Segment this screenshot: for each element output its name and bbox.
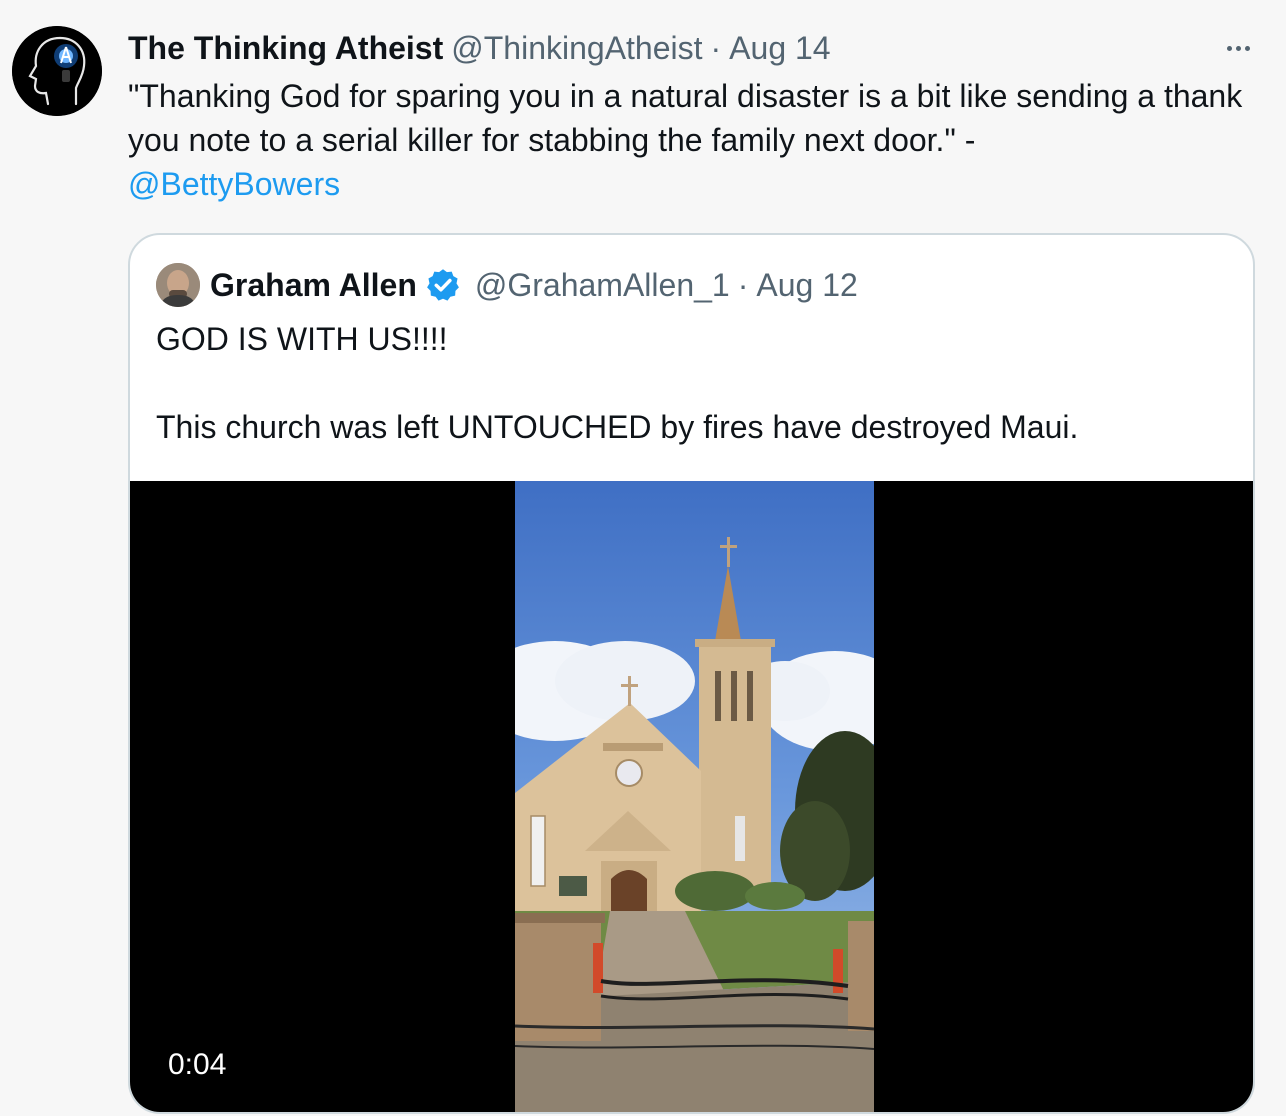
thinking-atheist-avatar[interactable] [12, 26, 102, 116]
tweet-text: "Thanking God for sparing you in a natur… [128, 74, 1248, 206]
separator-dot: · [737, 267, 749, 303]
handle[interactable]: @ThinkingAtheist [451, 28, 702, 68]
ellipsis-icon [1235, 45, 1241, 51]
separator-dot: · [710, 30, 722, 66]
video-frame[interactable] [515, 481, 874, 1112]
graham-allen-avatar[interactable] [156, 263, 200, 307]
display-name[interactable]: The Thinking Atheist [128, 28, 443, 68]
video-player[interactable]: 0:04 [130, 481, 1253, 1112]
video-timestamp: 0:04 [154, 1045, 241, 1085]
tweet-header: The Thinking Atheist @ThinkingAtheist · … [128, 28, 831, 68]
quoted-display-name[interactable]: Graham Allen [210, 265, 417, 305]
tweet[interactable]: The Thinking Atheist @ThinkingAtheist · … [0, 0, 1286, 1116]
ellipsis-icon [1226, 45, 1232, 51]
verified-badge-icon[interactable] [425, 267, 461, 303]
profile-photo-icon [156, 263, 200, 307]
quoted-tweet-text: GOD IS WITH US!!!! This church was left … [156, 321, 1079, 445]
quoted-handle[interactable]: @GrahamAllen_1 [475, 265, 730, 305]
ellipsis-icon [1244, 45, 1250, 51]
more-options-button[interactable] [1216, 30, 1260, 66]
quoted-tweet-header: Graham Allen @GrahamAllen_1 · Aug 12 [210, 265, 858, 305]
head-silhouette-logo-icon [12, 26, 102, 116]
mention-link[interactable]: @BettyBowers [128, 166, 340, 202]
quoted-tweet[interactable]: Graham Allen @GrahamAllen_1 · Aug 12 GOD… [128, 233, 1255, 1114]
tweet-date[interactable]: Aug 14 [729, 28, 830, 68]
tweet-quote-text: "Thanking God for sparing you in a natur… [128, 78, 1243, 158]
quoted-date[interactable]: Aug 12 [756, 265, 857, 305]
church-video-thumbnail [515, 481, 874, 1112]
